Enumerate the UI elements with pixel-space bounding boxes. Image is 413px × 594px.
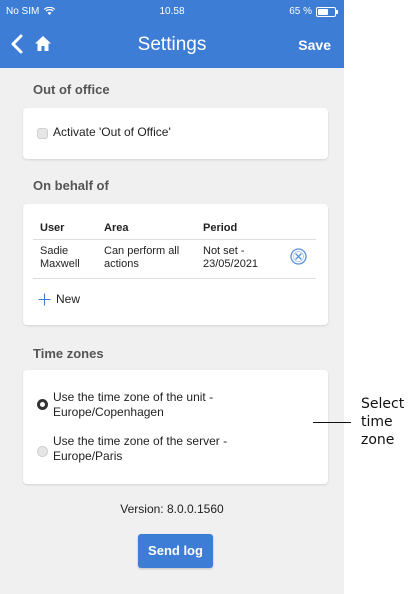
time-zone-label-unit: Use the time zone of the unit - Europe/C… [53, 390, 213, 420]
time-zones-card: Use the time zone of the unit - Europe/C… [23, 370, 328, 484]
time-zone-radio-server[interactable] [37, 446, 48, 457]
time-zone-radio-unit[interactable] [37, 399, 48, 410]
out-of-office-checkbox[interactable] [37, 128, 48, 139]
annotation-leader-line [313, 422, 351, 423]
time-zone-label-line: Use the time zone of the unit - [53, 390, 214, 404]
cell-period: Not set - 23/05/2021 [203, 245, 258, 271]
column-header-user: User [40, 222, 65, 234]
new-delegate-button[interactable]: New [38, 291, 118, 309]
cell-user: Sadie Maxwell [40, 245, 80, 271]
cell-user-line: Maxwell [40, 258, 80, 270]
battery-percent: 65 % [289, 6, 312, 17]
cell-period-line: 23/05/2021 [203, 258, 259, 270]
battery-status: 65 % [289, 6, 338, 17]
app-screen: No SIM 10.58 65 % Settings Save Out of o… [0, 0, 344, 594]
time-zone-label-line: Europe/Copenhagen [53, 405, 164, 419]
table-divider [33, 239, 316, 240]
time-zone-label-line: Use the time zone of the server - [53, 434, 228, 448]
page-title: Settings [137, 34, 207, 55]
plus-icon [38, 293, 51, 306]
remove-circle-icon[interactable] [290, 248, 307, 265]
cell-user-line: Sadie [40, 245, 69, 257]
time-zone-label-server: Use the time zone of the server - Europe… [53, 434, 227, 464]
out-of-office-label[interactable]: Activate 'Out of Office' [53, 125, 171, 139]
table-divider [33, 278, 316, 279]
version-label: Version: 8.0.0.1560 [120, 502, 224, 516]
save-button[interactable]: Save [298, 37, 331, 53]
status-bar: No SIM 10.58 65 % [0, 0, 344, 22]
column-header-area: Area [104, 222, 129, 234]
on-behalf-card: User Area Period Sadie Maxwell Can perfo… [23, 204, 328, 325]
annotation-callout: Select time zone [361, 395, 404, 449]
section-title-out-of-office: Out of office [33, 82, 110, 97]
annotation-line-text: zone [361, 432, 395, 448]
battery-icon [316, 6, 338, 17]
section-title-time-zones: Time zones [33, 346, 104, 361]
section-title-on-behalf: On behalf of [33, 178, 109, 193]
cell-period-line: Not set - [203, 245, 245, 257]
time-zone-label-line: Europe/Paris [53, 449, 123, 463]
cell-area: Can perform all actions [104, 245, 179, 271]
cell-area-line: Can perform all [104, 245, 180, 257]
annotation-line-text: time [361, 414, 393, 430]
column-header-period: Period [203, 222, 238, 234]
send-log-button[interactable]: Send log [138, 534, 213, 568]
navigation-bar: Settings Save [0, 22, 344, 68]
cell-area-line: actions [104, 258, 139, 270]
annotation-line-text: Select [361, 396, 405, 412]
new-label: New [56, 292, 81, 306]
out-of-office-card: Activate 'Out of Office' [23, 108, 328, 159]
